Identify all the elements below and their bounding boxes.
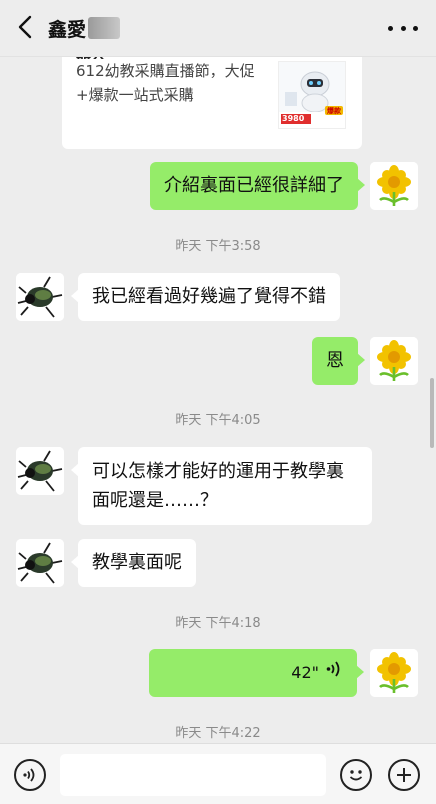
message-bubble-incoming[interactable]: 可以怎樣才能好的運用于教學裏面呢還是……？: [71, 447, 372, 525]
contact-avatar[interactable]: [16, 273, 64, 321]
thumb-price: 3980: [282, 114, 305, 123]
voice-duration: 42": [291, 663, 319, 682]
back-chevron-icon[interactable]: [12, 12, 42, 42]
message-bubble-outgoing[interactable]: 恩: [312, 337, 365, 385]
timestamp: 昨天 下午4:22: [175, 726, 261, 741]
input-bar: [0, 743, 436, 804]
thumb-badge: 爆款: [327, 107, 341, 115]
my-avatar[interactable]: [370, 162, 418, 210]
chat-title-area[interactable]: 鑫愛: [48, 14, 121, 42]
message-input[interactable]: [60, 754, 326, 796]
card-thumbnail: 3980 爆款: [278, 61, 346, 129]
message-bubble-incoming[interactable]: 教學裏面呢: [71, 539, 196, 587]
voice-message-bubble[interactable]: 42": [149, 649, 364, 697]
more-dots-icon[interactable]: [388, 18, 418, 38]
message-list: 器人 612幼教采購直播節，大促 +爆款一站式采購 3980 爆款 介紹裏面已經…: [0, 57, 436, 743]
scrollbar[interactable]: [430, 378, 434, 448]
blurred-name: [88, 17, 121, 39]
card-line-2: +爆款一站式采購: [76, 86, 194, 104]
voice-icon[interactable]: [14, 759, 46, 791]
link-card[interactable]: 器人 612幼教采購直播節，大促 +爆款一站式采購 3980 爆款: [62, 57, 362, 149]
contact-avatar[interactable]: [16, 447, 64, 495]
timestamp: 昨天 下午4:18: [175, 616, 261, 631]
my-avatar[interactable]: [370, 337, 418, 385]
my-avatar[interactable]: [370, 649, 418, 697]
message-bubble-outgoing[interactable]: 介紹裏面已經很詳細了: [150, 162, 365, 210]
timestamp: 昨天 下午3:58: [175, 239, 261, 254]
plus-icon[interactable]: [388, 759, 420, 791]
chat-header: 鑫愛: [0, 0, 436, 57]
chat-title: 鑫愛: [48, 18, 87, 41]
contact-avatar[interactable]: [16, 539, 64, 587]
message-bubble-incoming[interactable]: 我已經看過好幾遍了覺得不錯: [71, 273, 340, 321]
timestamp: 昨天 下午4:05: [175, 413, 261, 428]
emoji-icon[interactable]: [340, 759, 372, 791]
card-line-1: 612幼教采購直播節，大促: [76, 62, 255, 80]
voice-wave-icon: [325, 659, 341, 688]
link-card-text: 器人 612幼教采購直播節，大促 +爆款一站式采購: [76, 57, 266, 107]
